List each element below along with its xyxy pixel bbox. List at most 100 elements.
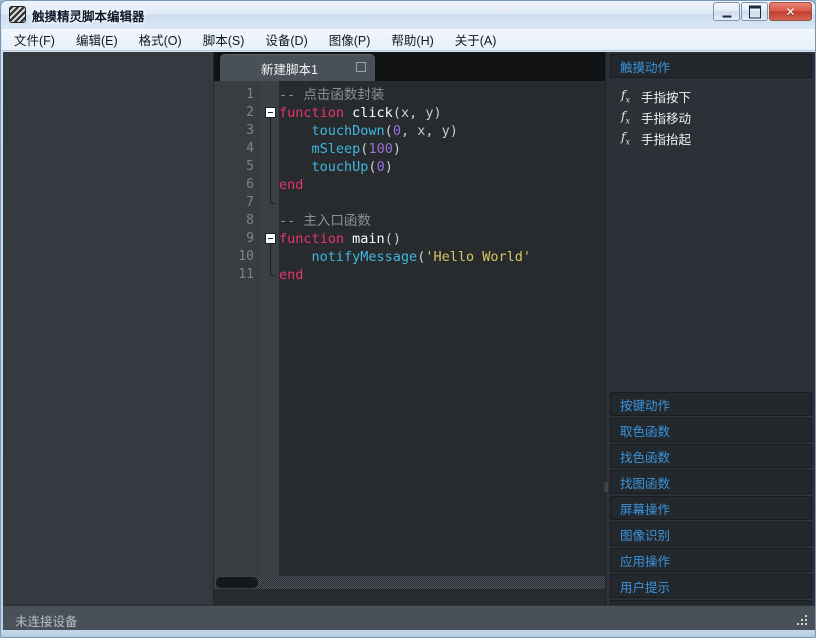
code-token-func: touchDown xyxy=(312,123,385,139)
app-stripes-icon xyxy=(9,6,26,23)
code-line[interactable]: -- 主入口函数 xyxy=(279,212,371,230)
line-number: 10 xyxy=(214,248,254,266)
line-number: 7 xyxy=(214,194,254,212)
code-editor[interactable]: 1234567891011 -- 点击函数封装function click(x,… xyxy=(214,81,605,576)
panel-section-7[interactable]: 应用操作 xyxy=(610,548,812,572)
code-token-ident: click xyxy=(352,105,393,121)
panel-section-6[interactable]: 图像识别 xyxy=(610,522,812,546)
resize-grip-icon[interactable] xyxy=(797,615,809,627)
code-line[interactable]: -- 点击函数封装 xyxy=(279,86,384,104)
panel-section-title: 应用操作 xyxy=(620,551,670,570)
code-token-keyword: end xyxy=(279,177,303,193)
code-token-punc: ( xyxy=(385,123,393,139)
code-line[interactable]: end xyxy=(279,266,303,284)
menu-item-about[interactable]: 关于(A) xyxy=(446,28,506,51)
menu-item-edit[interactable]: 编辑(E) xyxy=(67,28,127,51)
panel-section-title: 找图函数 xyxy=(620,473,670,492)
panel-section-3[interactable]: 找色函数 xyxy=(610,444,812,468)
line-number-gutter: 1234567891011 xyxy=(214,81,261,576)
panel-section-2[interactable]: 取色函数 xyxy=(610,418,812,442)
application-window: 触摸精灵脚本编辑器 文件(F) 编辑(E) 格式(O) 脚本(S) 设备(D) … xyxy=(0,0,816,638)
code-token-keyword: function xyxy=(279,105,344,121)
panel-section-5[interactable]: 屏幕操作 xyxy=(610,496,812,520)
code-token-num: 100 xyxy=(368,141,392,157)
resize-grip-dot xyxy=(805,623,807,625)
panel-section-title: 触摸动作 xyxy=(620,57,670,76)
code-line[interactable]: end xyxy=(279,176,303,194)
function-item-2[interactable]: fx 手指抬起 xyxy=(610,128,812,149)
code-token-punc: ) xyxy=(385,159,393,175)
code-token-num: 0 xyxy=(393,123,401,139)
status-text: 未连接设备 xyxy=(15,611,78,630)
minimize-button[interactable] xyxy=(713,2,740,21)
code-fold-end xyxy=(270,275,275,276)
panel-section-8[interactable]: 用户提示 xyxy=(610,574,812,598)
status-bar: 未连接设备 xyxy=(3,605,815,630)
panel-section-4[interactable]: 找图函数 xyxy=(610,470,812,494)
panel-section-title: 找色函数 xyxy=(620,447,670,466)
code-token-ident: main xyxy=(352,231,385,247)
menu-item-format[interactable]: 格式(O) xyxy=(130,28,191,51)
code-line[interactable]: function click(x, y) xyxy=(279,104,442,122)
code-token-punc: ) xyxy=(393,141,401,157)
function-item-0[interactable]: fx手指按下 xyxy=(610,86,812,107)
code-fold-collapse-icon[interactable] xyxy=(265,233,276,244)
close-button[interactable] xyxy=(769,2,812,21)
menu-item-image[interactable]: 图像(P) xyxy=(320,28,380,51)
code-token-punc: ( xyxy=(368,159,376,175)
code-token-func: mSleep xyxy=(312,141,361,157)
line-number: 11 xyxy=(214,266,254,284)
menu-item-device[interactable]: 设备(D) xyxy=(256,28,316,51)
resize-grip-dot xyxy=(801,619,803,621)
code-line[interactable]: touchDown(0, x, y) xyxy=(279,122,458,140)
line-number: 3 xyxy=(214,122,254,140)
title-bar[interactable]: 触摸精灵脚本编辑器 xyxy=(1,1,816,29)
panel-section-1[interactable]: 按键动作 xyxy=(610,392,812,416)
menu-item-file[interactable]: 文件(F) xyxy=(5,28,64,51)
left-dock-panel xyxy=(3,52,214,605)
menu-item-script[interactable]: 脚本(S) xyxy=(194,28,254,51)
maximize-button[interactable] xyxy=(741,2,768,21)
code-fold-end xyxy=(270,203,275,204)
code-token-comment: -- 主入口函数 xyxy=(279,213,371,229)
fx-icon: fx xyxy=(621,88,636,104)
tab-label: 新建脚本1 xyxy=(261,59,318,78)
code-line[interactable]: mSleep(100) xyxy=(279,140,401,158)
resize-grip-dot xyxy=(801,623,803,625)
line-number: 4 xyxy=(214,140,254,158)
menu-item-help[interactable]: 帮助(H) xyxy=(382,28,442,51)
tab-new-script-1[interactable]: 新建脚本1 xyxy=(220,54,375,81)
code-token-keyword: end xyxy=(279,267,303,283)
line-number: 1 xyxy=(214,86,254,104)
panel-section-title: 按键动作 xyxy=(620,395,670,414)
fx-icon: fx xyxy=(621,109,636,125)
code-token-func: notifyMessage xyxy=(312,249,418,265)
code-token-punc xyxy=(344,105,352,121)
horizontal-scrollbar[interactable] xyxy=(214,576,605,589)
fx-icon: fx xyxy=(621,130,636,146)
horizontal-scrollbar-thumb[interactable] xyxy=(216,577,258,588)
line-number: 9 xyxy=(214,230,254,248)
panel-splitter-grip[interactable] xyxy=(604,482,608,492)
tab-close-icon[interactable] xyxy=(356,62,366,72)
function-panel-touch-items: fx手指按下fx手指移动fx手指抬起 xyxy=(610,80,812,424)
code-line[interactable]: notifyMessage('Hello World' xyxy=(279,248,531,266)
code-token-func: touchUp xyxy=(312,159,369,175)
resize-grip-dot xyxy=(805,619,807,621)
code-token-punc: () xyxy=(385,231,401,247)
function-item-label: 手指抬起 xyxy=(641,129,691,148)
code-fold-collapse-icon[interactable] xyxy=(265,107,276,118)
line-number: 2 xyxy=(214,104,254,122)
line-number: 8 xyxy=(214,212,254,230)
code-line[interactable]: function main() xyxy=(279,230,401,248)
code-fold-line xyxy=(270,244,271,275)
panel-section-0[interactable]: 触摸动作 xyxy=(610,54,812,78)
window-title: 触摸精灵脚本编辑器 xyxy=(32,6,145,25)
code-token-num: 0 xyxy=(377,159,385,175)
function-item-1[interactable]: fx手指移动 xyxy=(610,107,812,128)
code-token-punc: (x, y) xyxy=(393,105,442,121)
editor-tab-strip: 新建脚本1 xyxy=(214,52,605,81)
code-text-surface[interactable]: -- 点击函数封装function click(x, y) touchDown(… xyxy=(279,81,605,576)
code-line[interactable]: touchUp(0) xyxy=(279,158,393,176)
code-fold-line xyxy=(270,118,271,203)
